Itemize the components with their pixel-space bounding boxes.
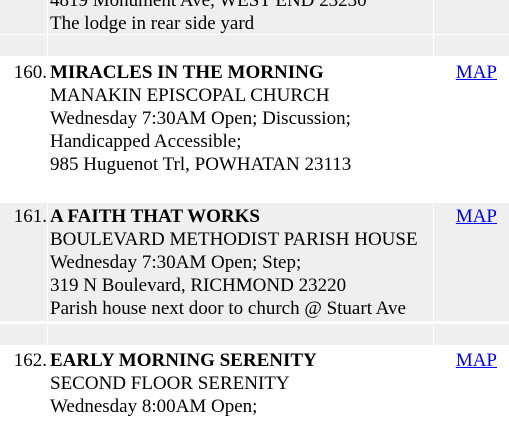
meeting-schedule: Wednesday 7:30AM Open; Discussion; — [50, 108, 351, 129]
meeting-row: 160. MIRACLES IN THE MORNING MANAKIN EPI… — [0, 59, 509, 195]
meeting-map-cell: MAP — [434, 59, 509, 195]
map-link[interactable]: MAP — [456, 61, 497, 84]
meeting-location: SECOND FLOOR SERENITY — [50, 373, 290, 394]
meeting-address: 319 N Boulevard, RICHMOND 23220 — [50, 275, 347, 296]
meeting-number: 160. — [13, 62, 47, 83]
meeting-row: 161. A FAITH THAT WORKS BOULEVARD METHOD… — [0, 203, 509, 321]
spacer-row — [0, 324, 509, 345]
meeting-details-cell: MIRACLES IN THE MORNING MANAKIN EPISCOPA… — [48, 59, 433, 195]
meeting-row: 4819 Monument Ave, WEST END 23230 The lo… — [0, 0, 509, 34]
map-link[interactable]: MAP — [456, 205, 497, 228]
meeting-map-cell — [434, 0, 509, 34]
meeting-number-cell — [0, 0, 47, 34]
meeting-details-cell: A FAITH THAT WORKS BOULEVARD METHODIST P… — [48, 203, 433, 321]
meeting-map-cell: MAP — [434, 347, 509, 427]
meeting-address: 4819 Monument Ave, WEST END 23230 — [50, 0, 367, 11]
meeting-schedule: Wednesday 8:00AM Open; — [50, 396, 258, 417]
meeting-details-cell: 4819 Monument Ave, WEST END 23230 The lo… — [48, 0, 433, 34]
meeting-location: BOULEVARD METHODIST PARISH HOUSE — [50, 229, 418, 250]
meeting-title: EARLY MORNING SERENITY — [50, 350, 317, 371]
meeting-row: 162. EARLY MORNING SERENITY SECOND FLOOR… — [0, 347, 509, 427]
spacer-row — [0, 35, 509, 56]
meeting-location: MANAKIN EPISCOPAL CHURCH — [50, 85, 330, 106]
meeting-number-cell: 162. — [0, 347, 47, 427]
meeting-details-cell: EARLY MORNING SERENITY SECOND FLOOR SERE… — [48, 347, 433, 427]
meeting-note: The lodge in rear side yard — [50, 13, 255, 34]
meeting-map-cell: MAP — [434, 203, 509, 321]
meeting-address: 985 Huguenot Trl, POWHATAN 23113 — [50, 154, 352, 175]
meeting-title: MIRACLES IN THE MORNING — [50, 62, 324, 83]
meeting-title: A FAITH THAT WORKS — [50, 206, 260, 227]
meeting-number: 162. — [13, 350, 47, 371]
meeting-number: 161. — [13, 206, 47, 227]
meeting-accessibility: Handicapped Accessible; — [50, 131, 242, 152]
meeting-number-cell: 160. — [0, 59, 47, 195]
meeting-schedule: Wednesday 7:30AM Open; Step; — [50, 252, 302, 273]
meeting-note: Parish house next door to church @ Stuar… — [50, 298, 406, 319]
map-link[interactable]: MAP — [456, 349, 497, 372]
meeting-number-cell: 161. — [0, 203, 47, 321]
